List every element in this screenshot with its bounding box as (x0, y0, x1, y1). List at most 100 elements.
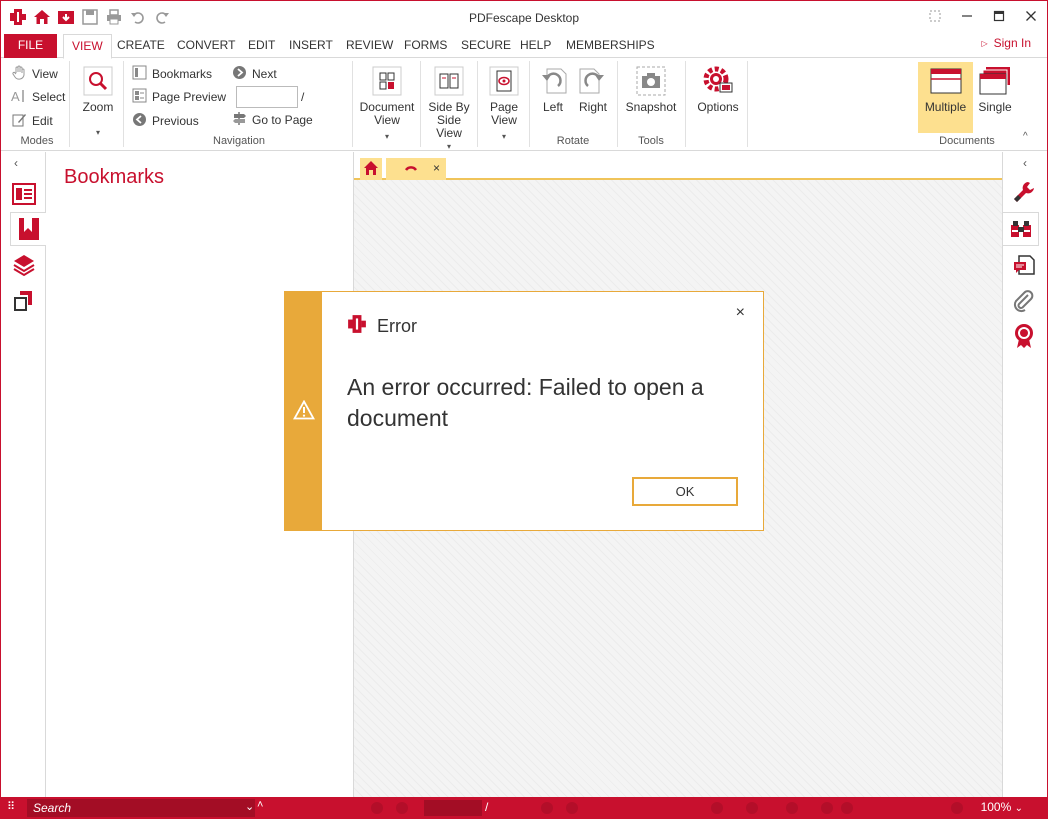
rotate-right-label: Right (578, 100, 607, 114)
zoom-out-icon[interactable] (821, 802, 833, 814)
side-by-side-view-button[interactable]: Side By Side View ▾ (425, 65, 473, 153)
error-dialog: Error × An error occurred: Failed to ope… (284, 291, 764, 531)
side-by-side-line3: View (436, 126, 462, 140)
tab-forms[interactable]: FORMS (396, 34, 455, 58)
signpost-icon (232, 111, 247, 129)
tab-secure[interactable]: SECURE (453, 34, 519, 58)
select-mode-button[interactable]: A Select (11, 87, 65, 107)
certificate-seal-icon[interactable] (1009, 321, 1039, 351)
rotate-left-button[interactable]: Left (535, 65, 571, 114)
next-page-icon[interactable] (541, 802, 553, 814)
error-message: An error occurred: Failed to open a docu… (347, 374, 704, 431)
last-page-icon[interactable] (566, 802, 578, 814)
single-label: Single (978, 100, 1012, 114)
maximize-button[interactable] (983, 1, 1015, 31)
zoom-level-select[interactable]: 100% ⌄ (981, 800, 1023, 814)
loading-spinner-icon (404, 161, 418, 175)
zoom-in-icon[interactable] (951, 802, 963, 814)
triangle-right-icon: ▷ (981, 38, 988, 48)
tab-memberships[interactable]: MEMBERSHIPS (558, 34, 663, 58)
dialog-close-button[interactable]: × (736, 304, 745, 322)
edit-mode-button[interactable]: Edit (11, 111, 53, 131)
bookmarks-panel-icon[interactable] (10, 212, 46, 246)
rotate-right-button[interactable]: Right (575, 65, 611, 114)
chevron-up-icon[interactable]: ˄ (257, 799, 263, 811)
page-preview-button[interactable]: Page Preview (132, 87, 226, 107)
arrow-left-circle-icon (132, 112, 147, 130)
sign-in-link[interactable]: ▷ Sign In (981, 36, 1031, 50)
previous-page-icon[interactable] (396, 802, 408, 814)
zoom-label: Zoom (82, 100, 114, 114)
fit-width-icon[interactable] (711, 802, 723, 814)
document-view-button[interactable]: Document View ▾ (357, 65, 417, 143)
rotate-right-icon (577, 65, 609, 97)
home-tab[interactable] (360, 158, 382, 180)
dialog-title: Error (347, 314, 417, 339)
restore-layout-icon[interactable] (919, 1, 951, 31)
first-page-icon[interactable] (371, 802, 383, 814)
tab-insert[interactable]: INSERT (281, 34, 341, 58)
snapshot-button[interactable]: Snapshot (623, 65, 679, 114)
zoom-button[interactable]: Zoom ▾ (79, 65, 117, 139)
paperclip-icon[interactable] (1009, 286, 1039, 316)
ribbon-separator (685, 61, 686, 147)
wrench-icon[interactable] (1009, 177, 1039, 207)
collapse-ribbon-icon[interactable]: ^ (1023, 131, 1028, 142)
view-mode-button[interactable]: View (11, 64, 58, 84)
minimize-button[interactable] (951, 1, 983, 31)
binoculars-icon[interactable] (1003, 212, 1039, 246)
page-view-line2: View (491, 113, 517, 127)
status-page-input[interactable] (424, 800, 482, 816)
tab-create[interactable]: CREATE (109, 34, 173, 58)
attachments-panel-icon[interactable] (10, 287, 38, 315)
tab-convert[interactable]: CONVERT (169, 34, 243, 58)
multiple-documents-button[interactable]: Multiple (918, 62, 973, 133)
side-by-side-icon (433, 65, 465, 97)
rotate-group-label: Rotate (556, 135, 590, 147)
page-view-icon (488, 65, 520, 97)
layers-icon[interactable] (10, 251, 38, 279)
ribbon-separator (352, 61, 353, 147)
document-tab[interactable]: × (386, 158, 446, 180)
fit-page-icon[interactable] (746, 802, 758, 814)
page-number-input[interactable] (236, 86, 298, 108)
page-thumbnails-icon[interactable] (10, 180, 38, 208)
chevron-down-icon: ▾ (501, 132, 506, 141)
ribbon-separator (747, 61, 748, 147)
previous-page-button[interactable]: Previous (132, 111, 199, 131)
tab-view[interactable]: VIEW (63, 34, 112, 59)
grip-icon: ⠿ (7, 801, 16, 813)
chevron-down-icon[interactable]: ⌄ (245, 800, 254, 813)
single-document-button[interactable]: Single (976, 65, 1014, 114)
options-button[interactable]: Options (693, 65, 743, 114)
status-bar: ⠿ Search ⌄ ˄ / 100% ⌄ (1, 797, 1047, 819)
page-preview-icon (132, 88, 147, 106)
next-page-button[interactable]: Next (232, 64, 277, 84)
previous-label: Previous (152, 114, 199, 128)
comments-icon[interactable] (1009, 251, 1039, 281)
close-tab-icon[interactable]: × (433, 161, 440, 175)
tab-edit[interactable]: EDIT (240, 34, 283, 58)
tab-review[interactable]: REVIEW (338, 34, 401, 58)
ribbon-tabs: FILE VIEW CREATE CONVERT EDIT INSERT REV… (1, 34, 1047, 59)
options-label: Options (697, 100, 739, 114)
ribbon-separator (617, 61, 618, 147)
bookmarks-button[interactable]: Bookmarks (132, 64, 212, 84)
page-view-button[interactable]: Page View ▾ (483, 65, 525, 143)
chevron-left-icon[interactable]: ‹ (1023, 156, 1027, 170)
go-to-page-button[interactable]: Go to Page (232, 110, 313, 130)
search-input[interactable]: Search (27, 799, 255, 817)
rotate-icon[interactable] (786, 802, 798, 814)
chevron-left-icon[interactable]: ‹ (14, 156, 18, 170)
rotate-left-icon (537, 65, 569, 97)
tab-help[interactable]: HELP (512, 34, 559, 58)
bookmarks-label: Bookmarks (152, 67, 213, 81)
snapshot-label: Snapshot (625, 100, 677, 114)
ok-button[interactable]: OK (632, 477, 738, 506)
tab-file[interactable]: FILE (4, 34, 57, 58)
close-window-button[interactable] (1015, 1, 1047, 31)
app-window: PDFescape Desktop FILE VIEW CREATE CONVE… (0, 0, 1048, 819)
ribbon: View A Select Edit Modes Zoom ▾ Bookmark… (1, 59, 1047, 151)
right-rail: ‹ (1002, 152, 1047, 797)
zoom-slider-handle[interactable] (841, 802, 853, 814)
